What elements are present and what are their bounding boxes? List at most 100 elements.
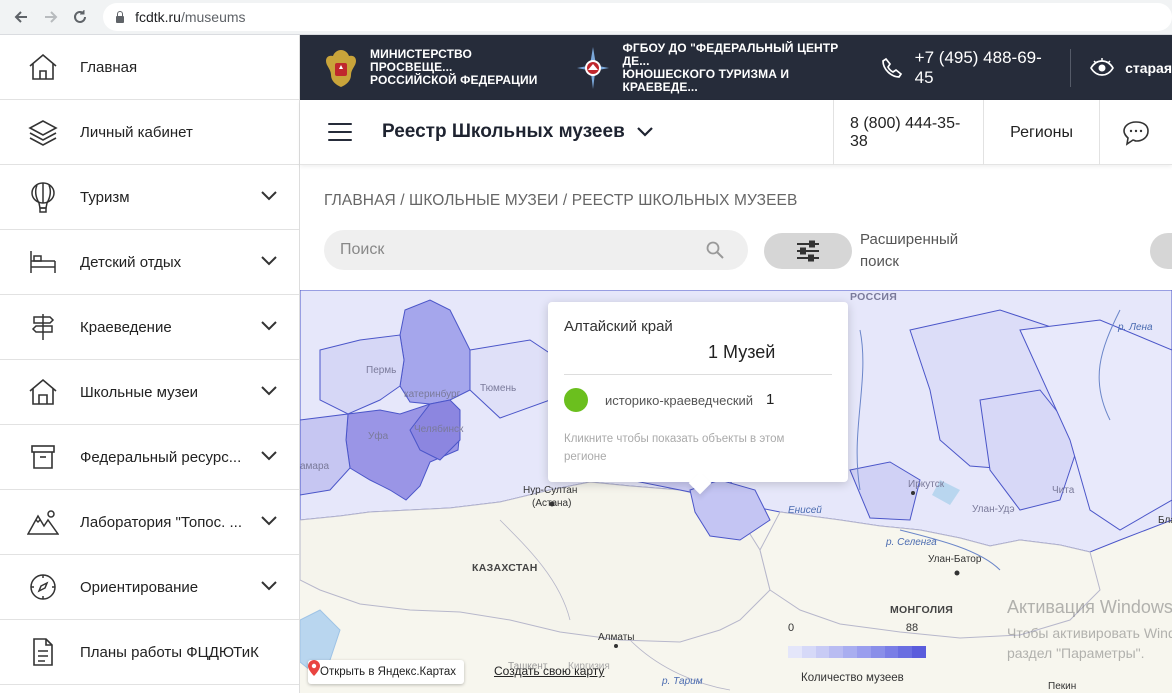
popup-type-count: 1 bbox=[766, 391, 775, 408]
archive-icon bbox=[26, 440, 60, 474]
museum-icon bbox=[26, 375, 60, 409]
legend-swatch bbox=[856, 646, 871, 658]
fcdtk-link[interactable]: ФГБОУ ДО "ФЕДЕРАЛЬНЫЙ ЦЕНТР ДЕ... ЮНОШЕС… bbox=[574, 35, 856, 100]
legend-caption: Количество музеев bbox=[801, 672, 904, 684]
ministry-link[interactable]: МИНИСТЕРСТВО ПРОСВЕЩЕ... РОССИЙСКОЙ ФЕДЕ… bbox=[322, 35, 548, 100]
chat-button[interactable] bbox=[1099, 100, 1172, 165]
legend-min: 0 bbox=[788, 622, 795, 634]
sidebar-item-kids-rest[interactable]: Детский отдых bbox=[0, 230, 299, 295]
reload-icon[interactable] bbox=[65, 2, 95, 32]
search-placeholder: Поиск bbox=[340, 241, 385, 258]
sidebar-item-local-history[interactable]: Краеведение bbox=[0, 295, 299, 360]
sidebar-item-work-plans[interactable]: Планы работы ФЦДЮТиК bbox=[0, 620, 299, 685]
mountain-icon bbox=[26, 505, 60, 539]
chevron-down-icon[interactable] bbox=[261, 383, 277, 401]
fcdtk-name-line1: ФГБОУ ДО "ФЕДЕРАЛЬНЫЙ ЦЕНТР ДЕ... bbox=[622, 40, 839, 68]
chevron-down-icon[interactable] bbox=[261, 448, 277, 466]
map-label-ekaterinburg: катеринбург bbox=[404, 389, 461, 400]
advanced-search-line2: поиск bbox=[860, 253, 899, 270]
header-actions: 8 (800) 444-35-38 Регионы bbox=[833, 100, 1172, 165]
map-label-yenisei-river: Енисей bbox=[788, 505, 822, 516]
coat-of-arms-icon bbox=[322, 45, 360, 91]
search-icon[interactable] bbox=[706, 241, 724, 264]
compass-icon bbox=[26, 570, 60, 604]
lock-icon bbox=[115, 11, 125, 23]
map-label-chelyabinsk: Челябинск bbox=[414, 424, 464, 435]
chevron-down-icon[interactable] bbox=[261, 188, 277, 206]
forward-arrow-icon[interactable] bbox=[36, 2, 66, 32]
search-input[interactable]: Поиск bbox=[324, 230, 748, 270]
legend-swatch bbox=[870, 646, 885, 658]
regions-map[interactable]: РОССИЯ Пермь катеринбург Тюмень Уфа Челя… bbox=[300, 290, 1172, 693]
advanced-search-link[interactable]: Расширенный поиск bbox=[860, 229, 958, 273]
sidebar: Главная Личный кабинет Туризм Детский от… bbox=[0, 35, 300, 693]
section-header: Реестр Школьных музеев 8 (800) 444-35-38… bbox=[300, 100, 1172, 165]
sidebar-item-account[interactable]: Личный кабинет bbox=[0, 100, 299, 165]
browser-toolbar: fcdtk.ru/museums bbox=[0, 0, 1172, 35]
ministry-name-line1: МИНИСТЕРСТВО ПРОСВЕЩЕ... bbox=[370, 47, 472, 74]
section-title-dropdown[interactable]: Реестр Школьных музеев bbox=[382, 121, 653, 143]
url-domain: fcdtk.ru bbox=[135, 9, 181, 25]
open-in-yandex-button[interactable]: Открыть в Яндекс.Картах bbox=[308, 660, 465, 684]
chevron-down-icon[interactable] bbox=[261, 253, 277, 271]
menu-icon[interactable] bbox=[328, 123, 352, 141]
old-version-label: старая bbox=[1125, 59, 1172, 76]
sidebar-item-tourism[interactable]: Туризм bbox=[0, 165, 299, 230]
map-label-astana: (Астана) bbox=[532, 498, 572, 509]
regions-link[interactable]: Регионы bbox=[983, 100, 1099, 165]
sidebar-item-label: Планы работы ФЦДЮТиК bbox=[80, 643, 259, 661]
map-label-ufa: Уфа bbox=[368, 431, 389, 442]
sidebar-item-label: Ориентирование bbox=[80, 578, 199, 596]
chat-icon bbox=[1122, 120, 1150, 146]
balloon-icon bbox=[26, 180, 60, 214]
sidebar-item-topos-lab[interactable]: Лаборатория "Топос. ... bbox=[0, 490, 299, 555]
section-title: Реестр Школьных музеев bbox=[382, 121, 625, 142]
sidebar-item-label: Краеведение bbox=[80, 318, 172, 336]
address-bar[interactable]: fcdtk.ru/museums bbox=[103, 3, 1172, 31]
map-label-nur-sultan: Нур-Султан bbox=[523, 485, 578, 496]
chevron-down-icon[interactable] bbox=[261, 578, 277, 596]
old-version-link[interactable]: старая bbox=[1089, 57, 1172, 79]
ministry-name-line2: РОССИЙСКОЙ ФЕДЕРАЦИИ bbox=[370, 73, 538, 87]
home-icon bbox=[26, 50, 60, 84]
sidebar-item-home[interactable]: Главная bbox=[0, 35, 299, 100]
hotline-phone[interactable]: 8 (800) 444-35-38 bbox=[833, 100, 983, 165]
popup-museum-count: 1 Музей bbox=[708, 342, 776, 362]
sidebar-item-school-museums[interactable]: Школьные музеи bbox=[0, 360, 299, 425]
region-popup[interactable]: Алтайский край 1 Музей историко-краеведч… bbox=[548, 302, 848, 482]
legend-swatch bbox=[829, 646, 844, 658]
view-toggle-button[interactable] bbox=[1150, 233, 1172, 269]
windows-activation-line1: Чтобы активировать Windows, bbox=[1007, 625, 1172, 641]
sidebar-item-label: Главная bbox=[80, 58, 138, 76]
layers-icon bbox=[26, 115, 60, 149]
legend-max: 88 bbox=[905, 622, 919, 634]
legend-swatch bbox=[788, 646, 802, 658]
sliders-icon bbox=[795, 240, 821, 262]
museum-type-dot bbox=[564, 388, 588, 412]
popup-hint: Кликните чтобы показать объекты в этом р… bbox=[564, 433, 785, 463]
chevron-down-icon[interactable] bbox=[261, 318, 277, 336]
map-label-beijing: Пекин bbox=[1048, 681, 1077, 692]
sidebar-item-label: Федеральный ресурс... bbox=[80, 448, 242, 466]
map-label-tyumen: Тюмень bbox=[480, 383, 517, 394]
phone-link[interactable]: +7 (495) 488-69-45 bbox=[881, 48, 1052, 88]
map-label-ulan-bator: Улан-Батор bbox=[928, 554, 982, 565]
back-arrow-icon[interactable] bbox=[6, 2, 36, 32]
fcdtk-logo-icon bbox=[574, 45, 612, 91]
sidebar-item-federal-resource[interactable]: Федеральный ресурс... bbox=[0, 425, 299, 490]
create-map-link[interactable]: Создать свою карту bbox=[494, 664, 604, 678]
chevron-down-icon[interactable] bbox=[261, 513, 277, 531]
legend-swatch bbox=[801, 646, 816, 658]
popup-museum-type: историко-краеведческий bbox=[605, 393, 754, 408]
map-label-lena-river: р. Лена bbox=[1118, 322, 1153, 333]
top-info-bar: МИНИСТЕРСТВО ПРОСВЕЩЕ... РОССИЙСКОЙ ФЕДЕ… bbox=[300, 35, 1172, 100]
map-label-mongolia: МОНГОЛИЯ bbox=[890, 604, 954, 616]
sidebar-item-orienteering[interactable]: Ориентирование bbox=[0, 555, 299, 620]
map-label-perm: Пермь bbox=[366, 365, 397, 376]
legend-swatch bbox=[843, 646, 857, 658]
breadcrumb[interactable]: ГЛАВНАЯ / ШКОЛЬНЫЕ МУЗЕИ / РЕЕСТР ШКОЛЬН… bbox=[324, 192, 797, 210]
popup-region-name: Алтайский край bbox=[564, 318, 673, 335]
open-in-yandex-label: Открыть в Яндекс.Картах bbox=[320, 666, 457, 678]
filter-button[interactable] bbox=[764, 233, 852, 269]
advanced-search-line1: Расширенный bbox=[860, 231, 959, 248]
